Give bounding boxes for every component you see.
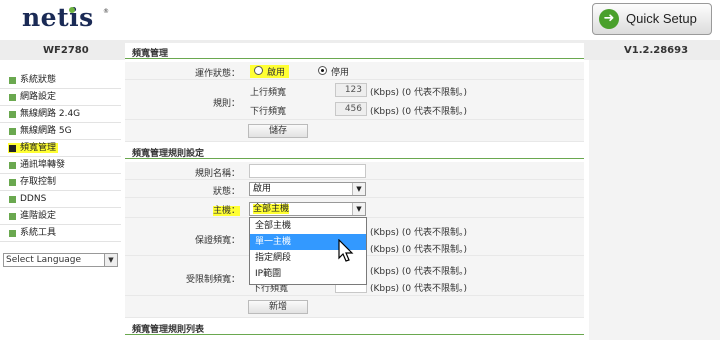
host-label: 主機：	[212, 206, 240, 216]
status-label: 運作狀態：	[194, 69, 240, 79]
bullet-icon	[9, 94, 16, 101]
guaranteed-label: 保證頻寬：	[194, 236, 240, 246]
sidebar-item-advanced[interactable]: 進階設定	[0, 208, 121, 225]
save-row	[125, 120, 584, 142]
bullet-icon	[9, 128, 16, 135]
host-select[interactable]: 全部主機 ▼	[249, 202, 366, 216]
rule-list-title: 頻寬管理規則列表	[125, 322, 584, 335]
sidebar-item-label: 存取控制	[20, 177, 57, 187]
disable-label: 停用	[331, 68, 350, 78]
guaranteed-hint-up: (Kbps) (0 代表不限制。)	[370, 228, 468, 238]
rule-settings-title: 頻寬管理規則設定	[125, 146, 584, 159]
sidebar-item-label: 系統狀態	[20, 75, 57, 85]
language-select[interactable]: Select Language ▼	[3, 253, 118, 267]
sidebar-item-label: 進階設定	[20, 211, 57, 221]
mouse-cursor-icon	[338, 239, 354, 262]
netis-logo[interactable]: netis	[22, 3, 94, 32]
chevron-down-icon: ▼	[104, 254, 117, 266]
rule-name-input[interactable]	[249, 164, 366, 178]
add-button[interactable]: 新增	[248, 300, 308, 314]
firmware-version: V1.2.28693	[624, 45, 689, 56]
rule-status-select[interactable]: 啟用 ▼	[249, 182, 366, 196]
arrow-circle-icon: ➜	[599, 9, 619, 29]
sidebar-item-access-control[interactable]: 存取控制	[0, 174, 121, 191]
sidebar-item-network[interactable]: 網路設定	[0, 89, 121, 106]
bullet-icon	[9, 162, 16, 169]
disable-radio[interactable]	[318, 66, 327, 75]
sidebar-item-system-tools[interactable]: 系統工具	[0, 225, 121, 242]
sidebar-item-system-status[interactable]: 系統狀態	[0, 72, 121, 89]
host-select-value: 全部主機	[253, 204, 290, 214]
registered-mark: ®	[103, 8, 109, 15]
rule-name-label: 規則名稱：	[194, 169, 240, 179]
sidebar: 系統狀態 網路設定 無線網路 2.4G 無線網路 5G 頻寬管理 通訊埠轉發 存…	[0, 72, 121, 242]
bullet-icon	[9, 230, 16, 237]
sidebar-item-port-forwarding[interactable]: 通訊埠轉發	[0, 157, 121, 174]
host-option-all[interactable]: 全部主機	[250, 218, 366, 234]
bullet-icon	[9, 111, 16, 118]
bullet-icon	[9, 196, 16, 203]
host-option-ip-range[interactable]: IP範圍	[250, 266, 366, 282]
download-hint: (Kbps) (0 代表不限制。)	[370, 107, 468, 117]
bandwidth-section-title: 頻寬管理	[125, 46, 584, 59]
download-label: 下行頻寬	[250, 107, 287, 117]
add-row	[125, 296, 584, 318]
upload-hint: (Kbps) (0 代表不限制。)	[370, 88, 468, 98]
sidebar-item-label: 網路設定	[20, 92, 57, 102]
host-label-wrap: 主機：	[125, 203, 240, 216]
download-input[interactable]: 456	[335, 102, 367, 116]
sidebar-item-label: 無線網路 5G	[20, 126, 72, 136]
sidebar-item-label: 通訊埠轉發	[20, 160, 66, 170]
limit-hint-down: (Kbps) (0 代表不限制。)	[370, 284, 468, 294]
rule-status-label: 狀態：	[212, 187, 240, 197]
header: netis ® ➜ Quick Setup	[0, 0, 720, 40]
quick-setup-button[interactable]: ➜ Quick Setup	[592, 3, 712, 35]
sidebar-item-label: 無線網路 2.4G	[20, 109, 81, 119]
chevron-down-icon: ▼	[352, 183, 365, 195]
sidebar-item-bandwidth[interactable]: 頻寬管理	[0, 140, 121, 157]
bullet-icon	[9, 145, 16, 152]
bullet-icon	[9, 77, 16, 84]
bullet-icon	[9, 179, 16, 186]
sidebar-item-wireless-5g[interactable]: 無線網路 5G	[0, 123, 121, 140]
rule-label: 規則：	[212, 99, 240, 109]
language-select-value: Select Language	[6, 255, 82, 265]
limit-hint-up: (Kbps) (0 代表不限制。)	[370, 267, 468, 277]
upload-input[interactable]: 123	[335, 83, 367, 97]
enable-radio-circle[interactable]	[254, 66, 263, 75]
guaranteed-hint-down: (Kbps) (0 代表不限制。)	[370, 245, 468, 255]
sidebar-item-label: 系統工具	[20, 228, 57, 238]
quick-setup-label: Quick Setup	[626, 11, 697, 26]
limit-label: 受限制頻寬：	[185, 275, 240, 285]
sidebar-item-ddns[interactable]: DDNS	[0, 191, 121, 208]
sidebar-item-wireless-24g[interactable]: 無線網路 2.4G	[0, 106, 121, 123]
rule-status-value: 啟用	[253, 184, 272, 194]
chevron-down-icon: ▼	[352, 203, 365, 215]
right-panel	[589, 60, 720, 340]
save-button[interactable]: 儲存	[248, 124, 308, 138]
sidebar-item-label: DDNS	[20, 194, 47, 204]
model-name: WF2780	[43, 45, 89, 56]
logo-dot	[69, 7, 75, 13]
bullet-icon	[9, 213, 16, 220]
upload-label: 上行頻寬	[250, 88, 287, 98]
